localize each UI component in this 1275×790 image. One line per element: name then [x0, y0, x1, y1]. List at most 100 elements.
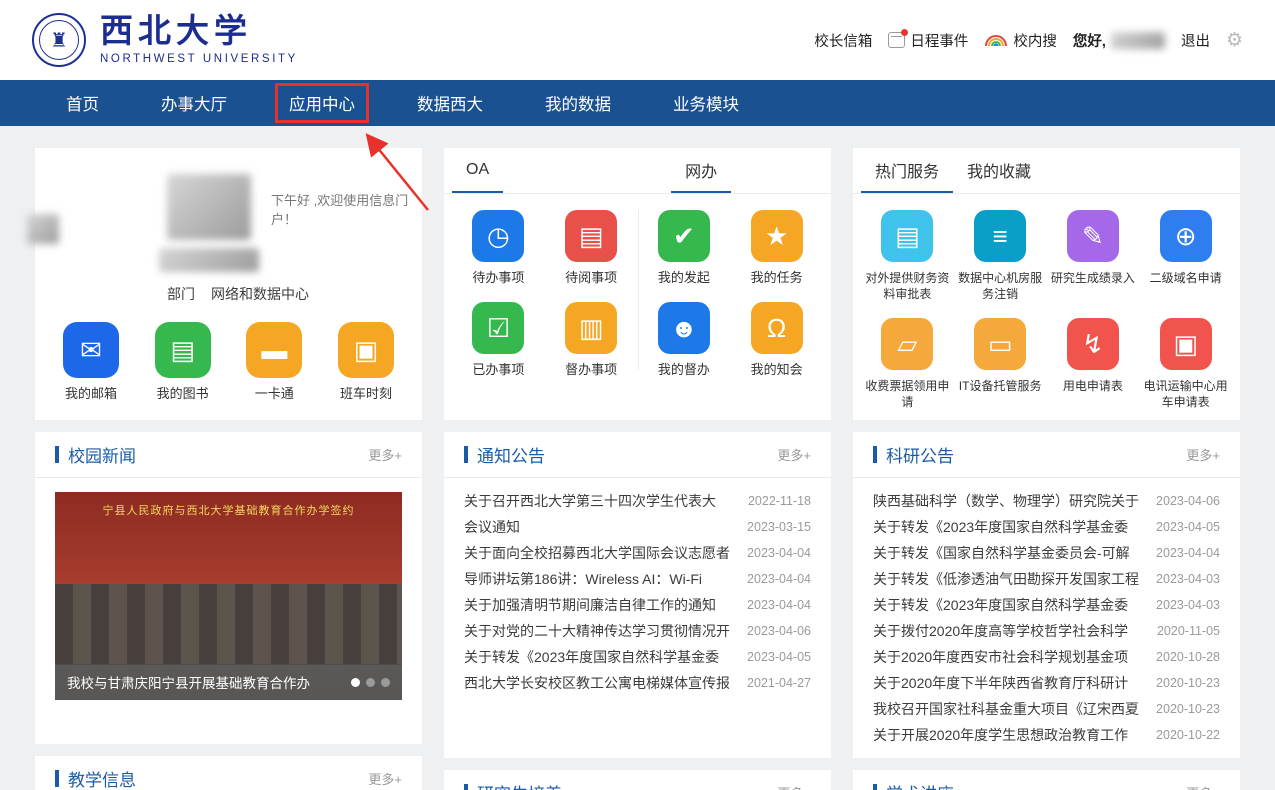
service-app[interactable]: ▤ 对外提供财务资料审批表 [861, 210, 954, 302]
research-item[interactable]: 我校召开国家社科基金重大项目《辽宋西夏 2020-10-23 [873, 696, 1220, 722]
notice-item[interactable]: 导师讲坛第186讲：Wireless AI：Wi-Fi 2023-04-04 [464, 566, 811, 592]
nav-item-business-modules[interactable]: 业务模块 [659, 83, 753, 123]
research-item[interactable]: 关于2020年度下半年陕西省教育厅科研计 2020-10-23 [873, 670, 1220, 696]
tab-oa[interactable]: OA [452, 148, 503, 193]
nav-item-app-center[interactable]: 应用中心 [275, 83, 369, 123]
oa-app[interactable]: ☻ 我的督办 [638, 302, 731, 378]
app-glyph: ✉ [80, 335, 102, 366]
group-divider [638, 210, 639, 370]
datacenter-icon[interactable]: ≡ [974, 210, 1026, 262]
notice-item[interactable]: 西北大学长安校区教工公寓电梯媒体宣传报 2021-04-27 [464, 670, 811, 696]
settings-gear-icon[interactable]: ⚙ [1226, 31, 1243, 50]
service-app[interactable]: ≡ 数据中心机房服务注销 [954, 210, 1047, 302]
research-item[interactable]: 关于转发《2023年度国家自然科学基金委 2023-04-05 [873, 514, 1220, 540]
vehicle-icon[interactable]: ▣ [1160, 318, 1212, 370]
it-hosting-icon[interactable]: ▭ [974, 318, 1026, 370]
book-icon[interactable]: ▤ [155, 322, 211, 378]
service-app[interactable]: ▭ IT设备托管服务 [954, 318, 1047, 410]
tab-online-office[interactable]: 网办 [671, 148, 731, 193]
notice-title: 关于对党的二十大精神传达学习贯彻情况开 [464, 621, 735, 641]
campus-search-link[interactable]: 校内搜 [984, 30, 1057, 51]
graduate-more-link[interactable]: 更多+ [777, 783, 811, 790]
research-item[interactable]: 关于转发《国家自然科学基金委员会-可解 2023-04-04 [873, 540, 1220, 566]
service-app[interactable]: ✎ 研究生成绩录入 [1047, 210, 1140, 302]
oa-app[interactable]: ★ 我的任务 [730, 210, 823, 286]
notices-more-link[interactable]: 更多+ [777, 445, 811, 464]
service-app[interactable]: ▱ 收费票据领用申请 [861, 318, 954, 410]
app-glyph: ↯ [1082, 329, 1104, 360]
oa-app[interactable]: ◷ 待办事项 [452, 210, 545, 286]
tab-hot-services[interactable]: 热门服务 [861, 148, 953, 193]
nav-item-data-nwu[interactable]: 数据西大 [403, 83, 497, 123]
service-app[interactable]: ▣ 电讯运输中心用车申请表 [1139, 318, 1232, 410]
card-icon[interactable]: ▬ [246, 322, 302, 378]
tab-my-favorites[interactable]: 我的收藏 [953, 148, 1045, 193]
notice-item[interactable]: 会议通知 2023-03-15 [464, 514, 811, 540]
notice-item[interactable]: 关于转发《2023年度国家自然科学基金委 2023-04-05 [464, 644, 811, 670]
quick-app[interactable]: ✉ 我的邮箱 [63, 322, 119, 402]
oa-app[interactable]: ▤ 待阅事项 [545, 210, 638, 286]
oa-app[interactable]: Ω 我的知会 [730, 302, 823, 378]
my-notify-icon[interactable]: Ω [751, 302, 803, 354]
logout-button[interactable]: 退出 [1181, 30, 1210, 51]
teaching-info-more-link[interactable]: 更多+ [368, 769, 402, 788]
university-logo[interactable]: ♜ 西北大学 NORTHWEST UNIVERSITY [32, 13, 298, 67]
app-glyph: ▬ [261, 335, 287, 366]
toread-icon[interactable]: ▤ [565, 210, 617, 262]
schedule-link[interactable]: 日程事件 [888, 30, 968, 51]
notices-card: 通知公告 更多+ 关于召开西北大学第三十四次学生代表大 2022-11-18 会… [444, 432, 831, 758]
research-item[interactable]: 关于开展2020年度学生思想政治教育工作 2020-10-22 [873, 722, 1220, 748]
carousel-dot-3[interactable] [381, 678, 390, 687]
bus-icon[interactable]: ▣ [338, 322, 394, 378]
blurred-user-name [159, 248, 259, 272]
news-caption: 我校与甘肃庆阳宁县开展基础教育合作办 [67, 672, 310, 692]
lectures-card: 学术讲座 更多+ [853, 770, 1240, 790]
my-supervision-icon[interactable]: ☻ [658, 302, 710, 354]
service-app[interactable]: ↯ 用电申请表 [1047, 318, 1140, 410]
supervise-icon[interactable]: ▥ [565, 302, 617, 354]
research-item[interactable]: 陕西基础科学（数学、物理学）研究院关于 2023-04-06 [873, 488, 1220, 514]
tickets-icon[interactable]: ▱ [881, 318, 933, 370]
quick-app[interactable]: ▣ 班车时刻 [338, 322, 394, 402]
oa-app[interactable]: ▥ 督办事项 [545, 302, 638, 378]
todo-icon[interactable]: ◷ [472, 210, 524, 262]
app-label: 对外提供财务资料审批表 [862, 270, 952, 302]
notice-date: 2021-04-27 [747, 676, 811, 690]
nav-item-service-hall[interactable]: 办事大厅 [147, 83, 241, 123]
research-item-title: 关于转发《低渗透油气田勘探开发国家工程 [873, 569, 1144, 589]
quick-app[interactable]: ▤ 我的图书 [155, 322, 211, 402]
carousel-dot-1[interactable] [351, 678, 360, 687]
lectures-more-link[interactable]: 更多+ [1186, 783, 1220, 790]
done-icon[interactable]: ☑ [472, 302, 524, 354]
nav-item-my-data[interactable]: 我的数据 [531, 83, 625, 123]
electricity-icon[interactable]: ↯ [1067, 318, 1119, 370]
research-item[interactable]: 关于2020年度西安市社会科学规划基金项 2020-10-28 [873, 644, 1220, 670]
oa-app[interactable]: ✔ 我的发起 [638, 210, 731, 286]
nav-item-home[interactable]: 首页 [52, 83, 113, 123]
finance-form-icon[interactable]: ▤ [881, 210, 933, 262]
my-initiated-icon[interactable]: ✔ [658, 210, 710, 262]
avatar[interactable] [167, 174, 251, 240]
grades-icon[interactable]: ✎ [1067, 210, 1119, 262]
notice-item[interactable]: 关于召开西北大学第三十四次学生代表大 2022-11-18 [464, 488, 811, 514]
research-more-link[interactable]: 更多+ [1186, 445, 1220, 464]
research-item[interactable]: 关于转发《低渗透油气田勘探开发国家工程 2023-04-03 [873, 566, 1220, 592]
campus-news-more-link[interactable]: 更多+ [368, 445, 402, 464]
president-mailbox-link[interactable]: 校长信箱 [814, 30, 872, 51]
mail-icon[interactable]: ✉ [63, 322, 119, 378]
my-tasks-icon[interactable]: ★ [751, 210, 803, 262]
research-item-date: 2020-10-28 [1156, 650, 1220, 664]
news-photo[interactable]: 宁县人民政府与西北大学基础教育合作办学签约 我校与甘肃庆阳宁县开展基础教育合作办 [55, 492, 402, 700]
research-item[interactable]: 关于转发《2023年度国家自然科学基金委 2023-04-03 [873, 592, 1220, 618]
carousel-dot-2[interactable] [366, 678, 375, 687]
service-app[interactable]: ⊕ 二级域名申请 [1139, 210, 1232, 302]
domain-icon[interactable]: ⊕ [1160, 210, 1212, 262]
schedule-label: 日程事件 [910, 30, 968, 51]
oa-app[interactable]: ☑ 已办事项 [452, 302, 545, 378]
research-item-title: 关于2020年度下半年陕西省教育厅科研计 [873, 673, 1144, 693]
notice-item[interactable]: 关于面向全校招募西北大学国际会议志愿者 2023-04-04 [464, 540, 811, 566]
research-item[interactable]: 关于拨付2020年度高等学校哲学社会科学 2020-11-05 [873, 618, 1220, 644]
notice-item[interactable]: 关于对党的二十大精神传达学习贯彻情况开 2023-04-06 [464, 618, 811, 644]
notice-item[interactable]: 关于加强清明节期间廉洁自律工作的通知 2023-04-04 [464, 592, 811, 618]
quick-app[interactable]: ▬ 一卡通 [246, 322, 302, 402]
